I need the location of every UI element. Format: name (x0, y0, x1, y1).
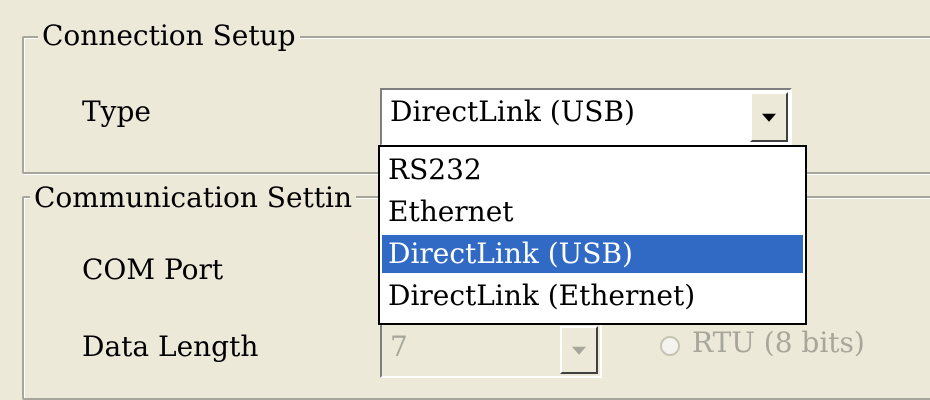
dropdown-option-directlink-usb[interactable]: DirectLink (USB) (382, 235, 803, 273)
connection-setup-legend: Connection Setup (38, 22, 300, 50)
data-length-dropdown-button[interactable] (560, 326, 598, 374)
communication-settings-legend: Communication Settin (30, 184, 357, 212)
type-dropdown-button[interactable] (750, 92, 788, 142)
dropdown-option-ethernet[interactable]: Ethernet (382, 193, 803, 231)
type-combobox-value: DirectLink (USB) (390, 95, 635, 128)
type-label: Type (82, 95, 151, 128)
data-length-value: 7 (390, 330, 408, 363)
dropdown-option-rs232[interactable]: RS232 (382, 151, 803, 189)
dropdown-option-directlink-ethernet[interactable]: DirectLink (Ethernet) (382, 277, 803, 315)
data-length-label: Data Length (82, 330, 259, 363)
rtu-radio-button[interactable] (660, 336, 680, 356)
type-dropdown-list: RS232 Ethernet DirectLink (USB) DirectLi… (378, 145, 807, 325)
chevron-down-icon (572, 346, 586, 355)
type-combobox[interactable]: DirectLink (USB) (380, 88, 792, 146)
data-length-combobox[interactable]: 7 (380, 322, 602, 378)
rtu-radio-label[interactable]: RTU (8 bits) (692, 328, 865, 358)
chevron-down-icon (762, 113, 776, 122)
com-port-label: COM Port (82, 253, 224, 286)
